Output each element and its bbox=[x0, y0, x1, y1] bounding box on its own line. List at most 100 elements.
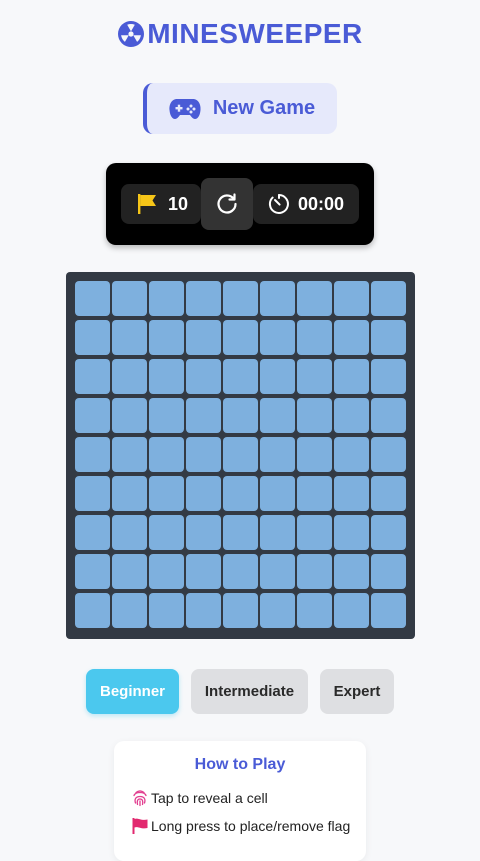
difficulty-beginner-button[interactable]: Beginner bbox=[86, 669, 179, 714]
board-cell[interactable] bbox=[112, 476, 147, 511]
board-cell[interactable] bbox=[112, 437, 147, 472]
board-cell[interactable] bbox=[297, 437, 332, 472]
reset-button[interactable] bbox=[201, 178, 253, 230]
board-cell[interactable] bbox=[223, 476, 258, 511]
board-cell[interactable] bbox=[149, 398, 184, 433]
board-cell[interactable] bbox=[371, 359, 406, 394]
difficulty-intermediate-label: Intermediate bbox=[204, 683, 295, 700]
board-cell[interactable] bbox=[112, 359, 147, 394]
board-cell[interactable] bbox=[75, 515, 110, 550]
board-cell[interactable] bbox=[334, 359, 369, 394]
difficulty-beginner-label: Beginner bbox=[99, 683, 165, 700]
board-cell[interactable] bbox=[75, 320, 110, 355]
app-title: MINESWEEPER bbox=[0, 18, 480, 50]
board-cell[interactable] bbox=[334, 320, 369, 355]
board-cell[interactable] bbox=[297, 320, 332, 355]
board-cell[interactable] bbox=[260, 515, 295, 550]
board-cell[interactable] bbox=[371, 398, 406, 433]
board-cell[interactable] bbox=[149, 320, 184, 355]
board-cell[interactable] bbox=[149, 437, 184, 472]
board-cell[interactable] bbox=[75, 281, 110, 316]
board-cell[interactable] bbox=[112, 593, 147, 628]
fingerprint-icon bbox=[133, 790, 147, 807]
board-cell[interactable] bbox=[334, 515, 369, 550]
flags-count: 10 bbox=[168, 193, 189, 214]
board-cell[interactable] bbox=[223, 320, 258, 355]
board-cell[interactable] bbox=[75, 398, 110, 433]
board-cell[interactable] bbox=[371, 515, 406, 550]
board-cell[interactable] bbox=[112, 320, 147, 355]
difficulty-expert-label: Expert bbox=[333, 683, 381, 700]
board-cell[interactable] bbox=[297, 281, 332, 316]
board-cell[interactable] bbox=[297, 398, 332, 433]
instruction-text: Long press to place/remove flag bbox=[151, 818, 351, 834]
board-cell[interactable] bbox=[112, 281, 147, 316]
board-cell[interactable] bbox=[297, 359, 332, 394]
board-cell[interactable] bbox=[371, 281, 406, 316]
flag-icon bbox=[138, 194, 156, 214]
board-cell[interactable] bbox=[75, 593, 110, 628]
board-cell[interactable] bbox=[260, 281, 295, 316]
board-cell[interactable] bbox=[260, 593, 295, 628]
difficulty-expert-button[interactable]: Expert bbox=[320, 669, 394, 714]
board-cell[interactable] bbox=[371, 437, 406, 472]
board-cell[interactable] bbox=[371, 476, 406, 511]
board-cell[interactable] bbox=[223, 398, 258, 433]
board-cell[interactable] bbox=[260, 359, 295, 394]
board-cell[interactable] bbox=[75, 554, 110, 589]
board-cell[interactable] bbox=[186, 476, 221, 511]
flag-icon bbox=[132, 818, 148, 834]
board-cell[interactable] bbox=[334, 554, 369, 589]
board-cell[interactable] bbox=[186, 437, 221, 472]
board-cell[interactable] bbox=[297, 515, 332, 550]
board-cell[interactable] bbox=[297, 476, 332, 511]
board-cell[interactable] bbox=[149, 554, 184, 589]
board-cell[interactable] bbox=[75, 359, 110, 394]
board-cell[interactable] bbox=[75, 437, 110, 472]
board-cell[interactable] bbox=[260, 437, 295, 472]
board-cell[interactable] bbox=[149, 281, 184, 316]
board-cell[interactable] bbox=[334, 398, 369, 433]
board-cell[interactable] bbox=[149, 515, 184, 550]
board-cell[interactable] bbox=[334, 281, 369, 316]
board-cell[interactable] bbox=[297, 593, 332, 628]
board-cell[interactable] bbox=[223, 437, 258, 472]
board-cell[interactable] bbox=[186, 320, 221, 355]
board-cell[interactable] bbox=[297, 554, 332, 589]
board-cell[interactable] bbox=[260, 554, 295, 589]
board-cell[interactable] bbox=[149, 593, 184, 628]
board-cell[interactable] bbox=[149, 476, 184, 511]
board-cell[interactable] bbox=[186, 281, 221, 316]
board-cell[interactable] bbox=[260, 476, 295, 511]
board-cell[interactable] bbox=[260, 320, 295, 355]
board-cell[interactable] bbox=[260, 398, 295, 433]
board-cell[interactable] bbox=[75, 476, 110, 511]
board-cell[interactable] bbox=[371, 320, 406, 355]
board-cell[interactable] bbox=[223, 281, 258, 316]
board-cell[interactable] bbox=[186, 593, 221, 628]
board-cell[interactable] bbox=[334, 437, 369, 472]
board-cell[interactable] bbox=[112, 398, 147, 433]
board-cell[interactable] bbox=[186, 515, 221, 550]
how-to-play-card: How to Play Tap to reveal a cell Long pr… bbox=[114, 741, 366, 861]
board-cell[interactable] bbox=[223, 554, 258, 589]
board-cell[interactable] bbox=[223, 359, 258, 394]
cell-grid bbox=[75, 281, 406, 628]
flags-counter: 10 bbox=[121, 184, 201, 224]
board-cell[interactable] bbox=[186, 359, 221, 394]
instruction-text: Tap to reveal a cell bbox=[151, 790, 268, 806]
board-cell[interactable] bbox=[223, 593, 258, 628]
difficulty-intermediate-button[interactable]: Intermediate bbox=[191, 669, 308, 714]
board-cell[interactable] bbox=[149, 359, 184, 394]
board-cell[interactable] bbox=[186, 398, 221, 433]
board-cell[interactable] bbox=[223, 515, 258, 550]
board-cell[interactable] bbox=[112, 554, 147, 589]
instruction-item: Tap to reveal a cell bbox=[131, 789, 268, 807]
board-cell[interactable] bbox=[186, 554, 221, 589]
board-cell[interactable] bbox=[334, 476, 369, 511]
board-cell[interactable] bbox=[371, 554, 406, 589]
board-cell[interactable] bbox=[334, 593, 369, 628]
board-cell[interactable] bbox=[112, 515, 147, 550]
new-game-button[interactable]: New Game bbox=[143, 83, 337, 134]
board-cell[interactable] bbox=[371, 593, 406, 628]
